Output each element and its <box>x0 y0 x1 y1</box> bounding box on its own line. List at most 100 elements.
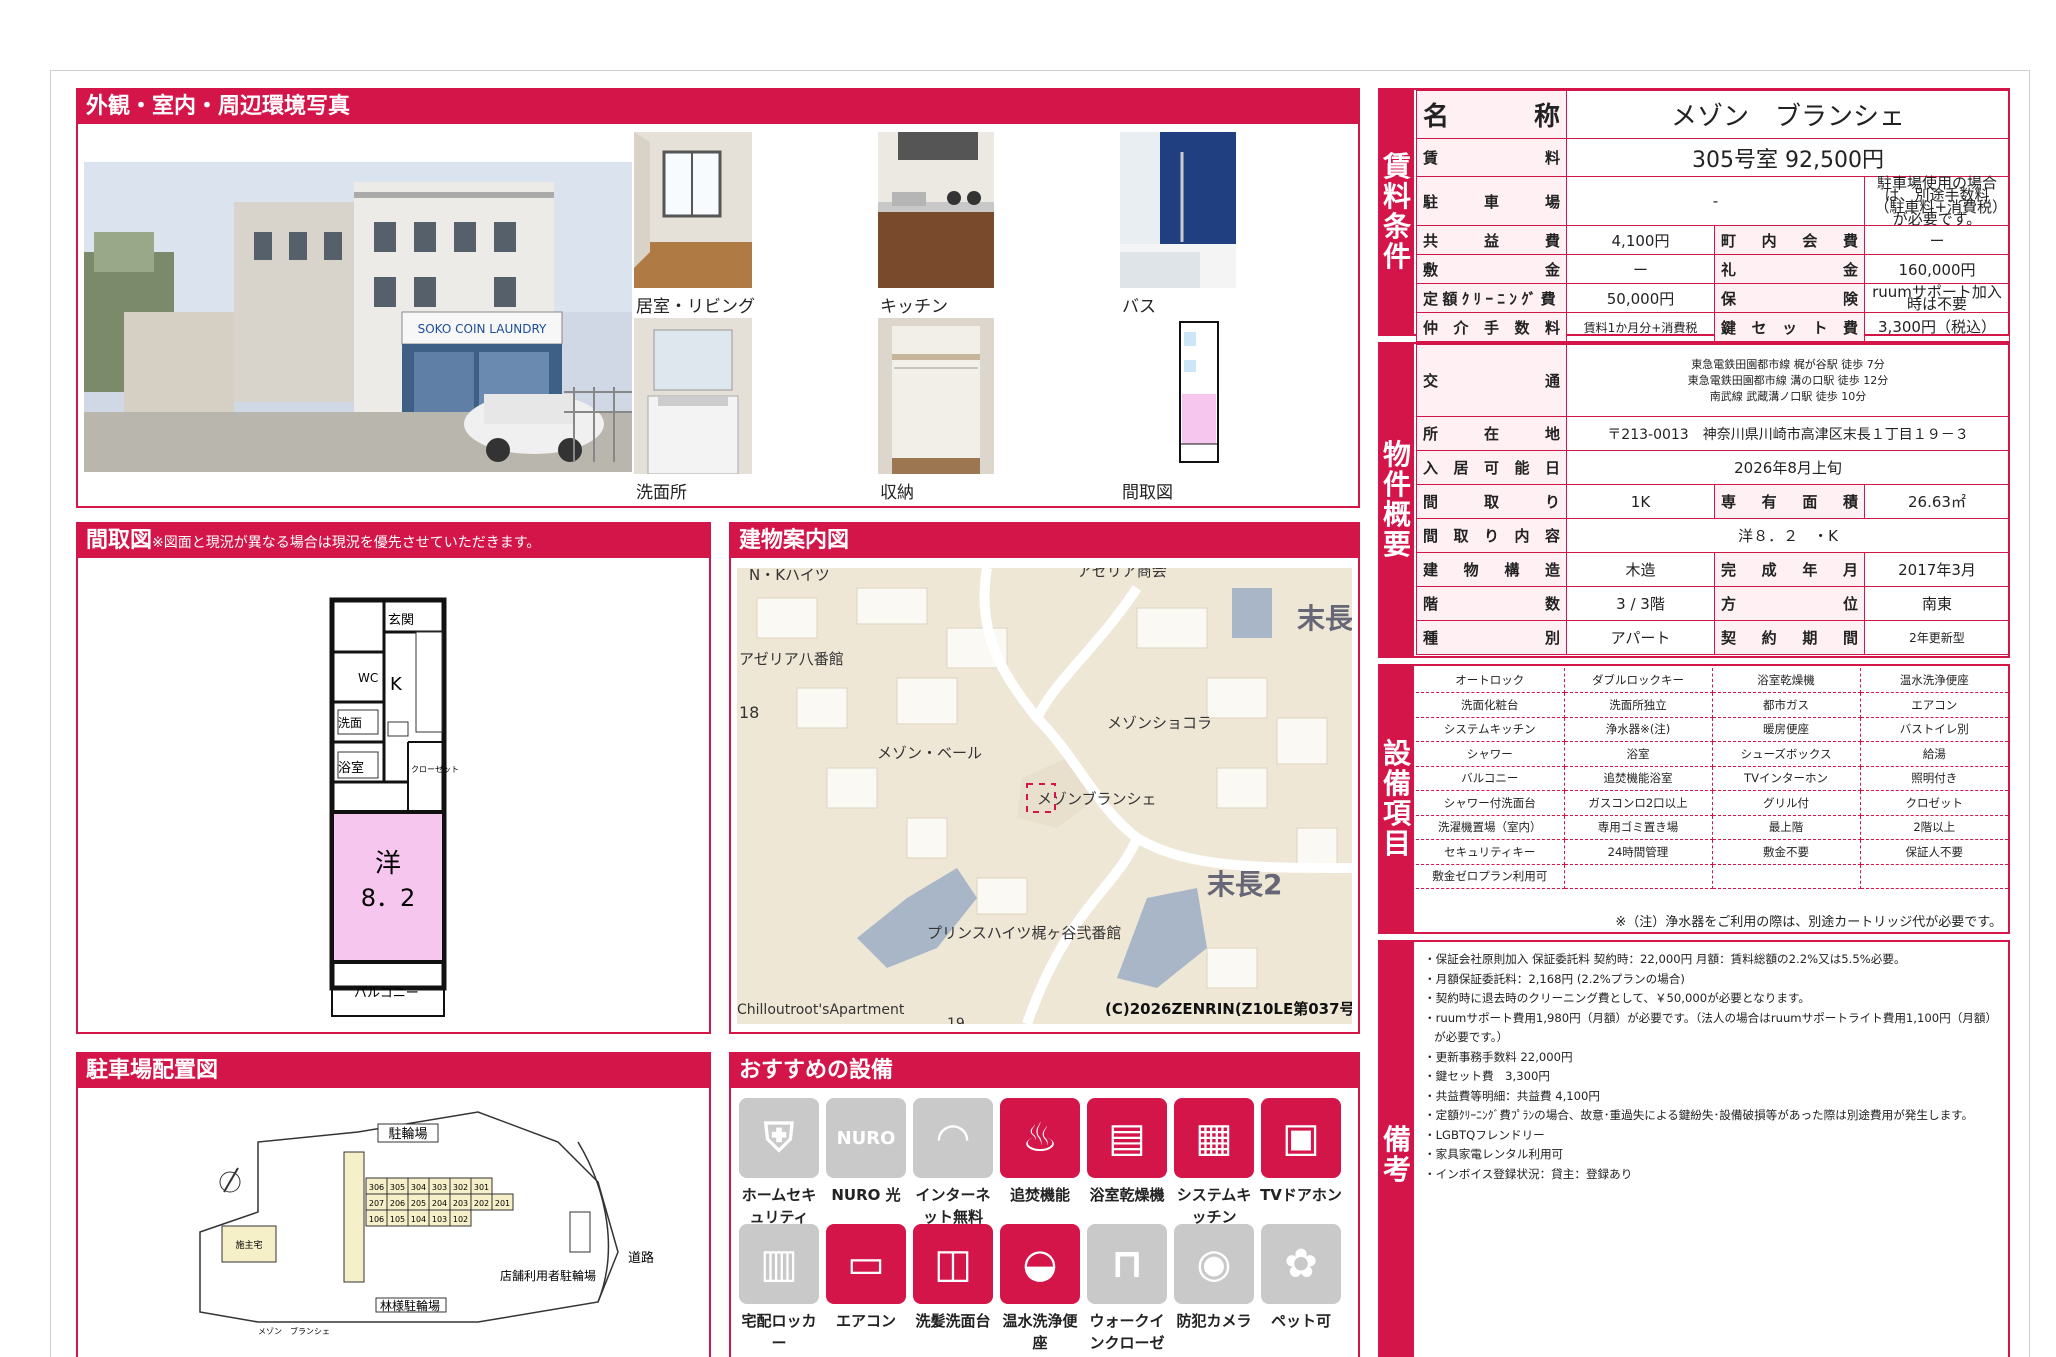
recommended-item: ◒ 温水洗浄便座 <box>1000 1224 1082 1354</box>
recommended-item-label: ペット可 <box>1270 1312 1331 1330</box>
toilet-icon: ◒ <box>1000 1224 1080 1304</box>
forest-bike-label: 林様駐輪場 <box>380 1298 440 1313</box>
recommended-item-label: TVドアホン <box>1260 1186 1342 1204</box>
photos-panel-title: 外観・室内・周辺環境写真 <box>78 90 1358 124</box>
rent-value: 305号室 92,500円 <box>1566 138 2010 177</box>
structure-label: 建物構造 <box>1416 552 1567 587</box>
recommended-item-label: 温水洗浄便座 <box>1002 1312 1078 1352</box>
road-label: 道路 <box>628 1250 654 1266</box>
cleaning-label: 定額ｸﾘｰﾆﾝｸﾞ費 <box>1416 283 1567 313</box>
remark-line: ・ruumサポート費用1,980円（月額）が必要です。（法人の場合はruumサポ… <box>1424 1010 1998 1045</box>
map-panel-title: 建物案内図 <box>731 524 1358 558</box>
caption-living: 居室・リビング <box>636 297 755 317</box>
owner-house-label: 施主宅 <box>235 1239 262 1251</box>
unit-number: 306 <box>369 1183 384 1192</box>
address-label: 所在地 <box>1416 416 1567 451</box>
move-in-label: 入居可能日 <box>1416 450 1567 485</box>
exterior-photo: SOKO COIN LAUNDRY <box>84 162 632 472</box>
fp-kitchen: K <box>390 674 403 695</box>
recommended-item: ▥ 宅配ロッカー <box>739 1224 821 1354</box>
remark-line: ・鍵セット費 3,300円 <box>1424 1069 1550 1083</box>
rent-side-label: 賃料条件 <box>1382 150 1411 273</box>
map-panel: 建物案内図 N・Kハイツ アゼリア商会 アゼリア八番館 メゾンショコラ メゾン・… <box>729 522 1360 1034</box>
town-fee-value: ー <box>1864 225 2010 255</box>
recommended-item-label: 洗髪洗面台 <box>915 1312 991 1330</box>
equipment-item: シューズボックス <box>1712 741 1861 767</box>
recommended-item: ⛨ ホームセキュリティ <box>739 1098 821 1228</box>
equipment-row: 敷金ゼロプラン利用可 <box>1416 864 2008 889</box>
caption-kitchen: キッチン <box>880 297 948 317</box>
equipment-note: ※（注）浄水器をご利用の際は、別途カートリッジ代が必要です。 <box>1615 915 2002 930</box>
equipment-row: バルコニー 追焚機能浴室 TVインターホン 照明付き <box>1416 766 2008 791</box>
caption-washroom: 洗面所 <box>636 483 687 503</box>
shield-icon: ⛨ <box>739 1098 819 1178</box>
equipment-item: TVインターホン <box>1712 766 1861 791</box>
parking-panel: 駐車場配置図 施主宅 306 305 304 303 302 301 207 206 205 20… <box>76 1052 711 1357</box>
overview-side-label: 物件概要 <box>1382 438 1411 561</box>
insurance-value: ruumサポート加入時は不要 <box>1864 283 2010 313</box>
parking-caption: メゾン ブランシェ <box>258 1326 330 1336</box>
floor-value: 3 / 3階 <box>1566 586 1715 621</box>
key-set-label: 鍵セット費 <box>1714 312 1865 342</box>
access-line-1: 東急電鉄田園都市線 梶が谷駅 徒歩 7分 <box>1691 357 1885 371</box>
built-value: 2017年3月 <box>1864 552 2010 587</box>
overview-table: 交通 東急電鉄田園都市線 梶が谷駅 徒歩 7分 東急電鉄田園都市線 溝の口駅 徒… <box>1416 344 2010 655</box>
equipment-item: システムキッチン <box>1416 717 1565 742</box>
unit-number: 106 <box>369 1215 384 1224</box>
recommended-item: ▣ TVドアホン <box>1260 1098 1343 1206</box>
equipment-item: 暖房便座 <box>1712 717 1861 742</box>
fp-bath: 浴室 <box>338 760 364 776</box>
equipment-row: システムキッチン 浄水器※(注) 暖房便座 バストイレ別 <box>1416 717 2008 742</box>
common-fee-label: 共益費 <box>1416 225 1567 255</box>
recommended-panel-title: おすすめの設備 <box>731 1054 1358 1088</box>
unit-number: 207 <box>369 1199 384 1208</box>
fp-main-room: 洋 <box>375 849 401 879</box>
remark-line: ・インボイス登録状況：貸主：登録あり <box>1424 1166 1633 1181</box>
wifi-icon: ◠ <box>913 1098 993 1178</box>
remark-line: ・保証会社原則加入 保証委託料 契約時：22,000円 月額：賃料総額の2.2%… <box>1424 952 1906 966</box>
equipment-item: 洗濯機置場（室内） <box>1416 815 1565 840</box>
area-value: 26.63㎡ <box>1864 484 2010 519</box>
floorplan-note: ※図面と現況が異なる場合は現況を優先させていただきます。 <box>152 535 541 551</box>
parking-panel-title: 駐車場配置図 <box>78 1054 709 1088</box>
equipment-row: 洗面化粧台 洗面所独立 都市ガス エアコン <box>1416 692 2008 718</box>
recommended-item-label: ウォークインクローゼット <box>1089 1312 1165 1357</box>
rent-table: 名 称 メゾン ブランシェ 賃料 305号室 92,500円 駐車場 - 駐車場… <box>1416 90 2010 342</box>
town-fee-label: 町内会費 <box>1714 225 1865 255</box>
kitchen-photo <box>878 132 994 288</box>
living-room-photo <box>634 132 752 288</box>
deposit-label: 敷金 <box>1416 254 1567 284</box>
remarks-side-label: 備考 <box>1382 1123 1411 1186</box>
equipment-item: ガスコンロ2口以上 <box>1564 790 1713 816</box>
equipment-item: ダブルロックキー <box>1564 668 1713 693</box>
remark-line: ・家具家電レンタル利用可 <box>1424 1147 1564 1161</box>
remarks-list: ・保証会社原則加入 保証委託料 契約時：22,000円 月額：賃料総額の2.2%… <box>1424 950 2000 1184</box>
equipment-item: 洗面所独立 <box>1564 692 1713 718</box>
map-label-azelia-8: アゼリア八番館 <box>739 650 844 668</box>
parking-value: - <box>1566 176 1865 226</box>
recommended-item: ◉ 防犯カメラ <box>1174 1224 1256 1332</box>
unit-number: 201 <box>495 1199 510 1208</box>
equipment-item: 敷金ゼロプラン利用可 <box>1416 864 1565 889</box>
brokerage-label: 仲介手数料 <box>1416 312 1567 342</box>
equipment-item: セキュリティキー <box>1416 839 1565 865</box>
recommended-item-label: ホームセキュリティ <box>741 1186 817 1226</box>
unit-number: 206 <box>390 1199 405 1208</box>
paw-icon: ✿ <box>1261 1224 1341 1304</box>
bike-parking-label: 駐輪場 <box>388 1126 427 1142</box>
map-label-19: 19 <box>947 1016 965 1024</box>
recommended-item: ▦ システムキッチン <box>1174 1098 1256 1228</box>
recommended-item: ♨ 追焚機能 <box>1000 1098 1082 1206</box>
direction-value: 南東 <box>1864 586 2010 621</box>
equipment-item: シャワー <box>1416 741 1565 767</box>
insurance-label: 保険 <box>1714 283 1865 313</box>
remark-line: ・定額ｸﾘｰﾆﾝｸﾞ費ﾌﾟﾗﾝの場合、故意･重過失による鍵紛失･設備破損等があっ… <box>1424 1108 1974 1122</box>
area-map[interactable]: N・Kハイツ アゼリア商会 アゼリア八番館 メゾンショコラ メゾン・ベール メゾ… <box>737 568 1352 1024</box>
equipment-row: オートロック ダブルロックキー 浴室乾燥機 温水洗浄便座 <box>1416 668 2008 693</box>
nuro-icon: NURO <box>826 1098 906 1178</box>
map-label-18: 18 <box>739 703 759 722</box>
caption-floorplan: 間取図 <box>1122 483 1173 503</box>
equipment-item: 温水洗浄便座 <box>1860 668 2008 693</box>
vanity-icon: ◫ <box>913 1224 993 1304</box>
access-label: 交通 <box>1416 344 1567 417</box>
